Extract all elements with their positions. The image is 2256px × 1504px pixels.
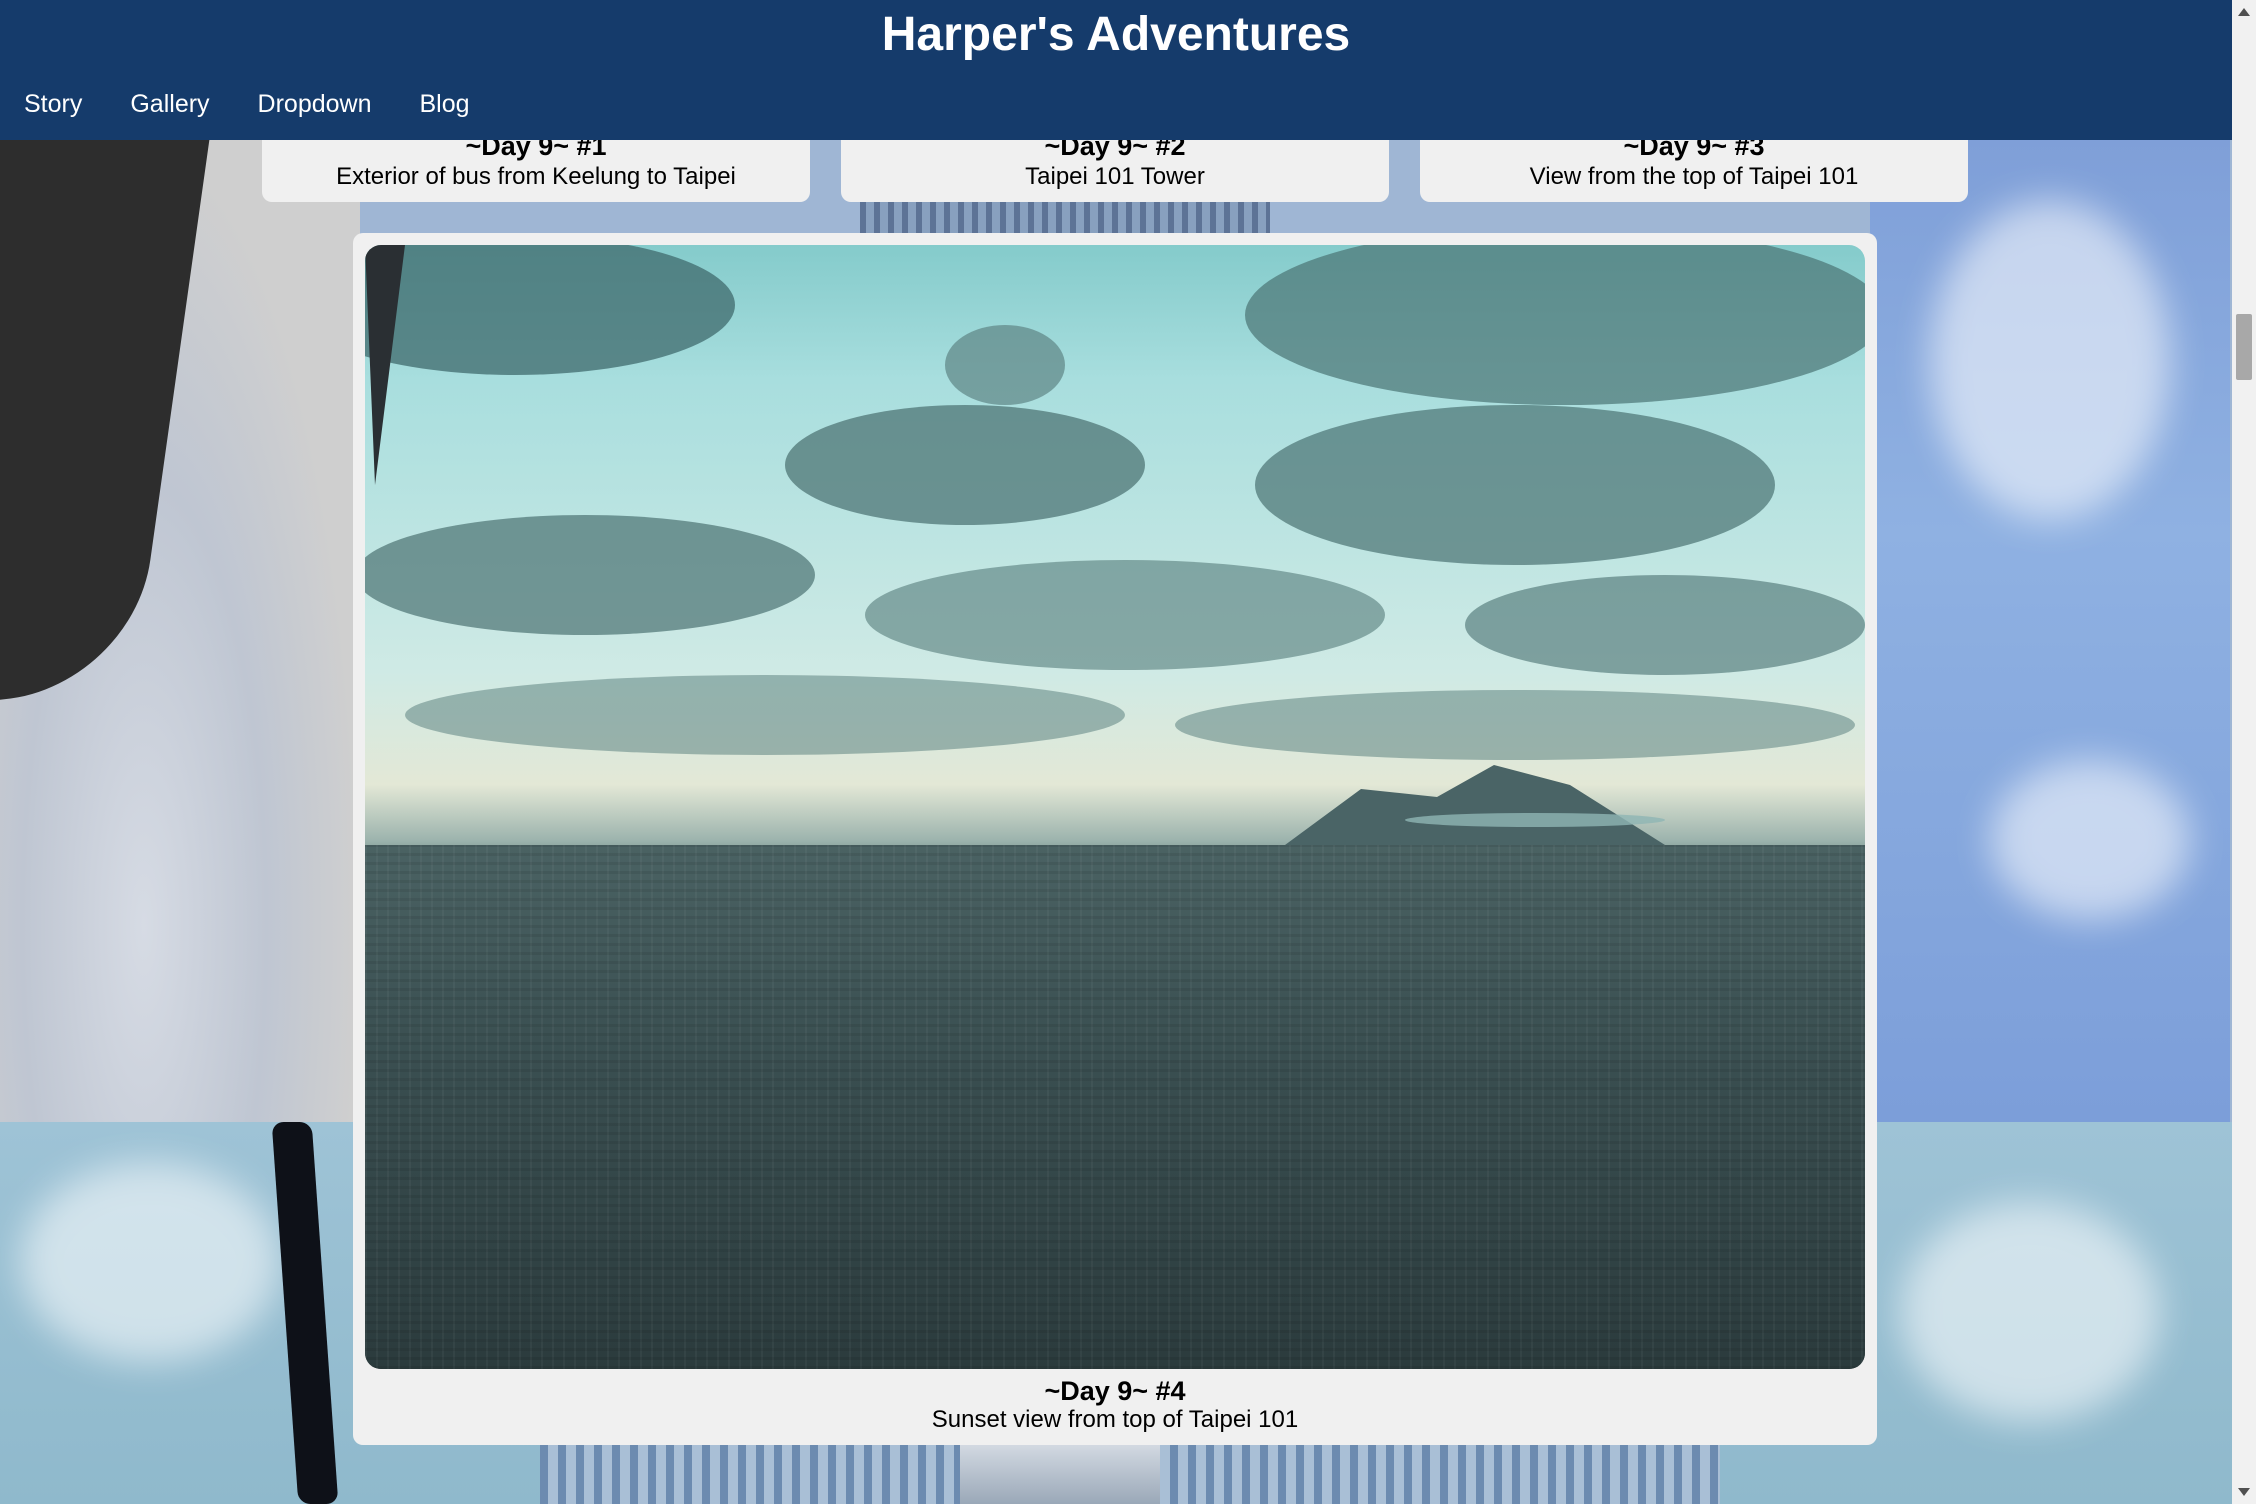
background-sky-right xyxy=(1870,140,2230,1122)
nav-dropdown[interactable]: Dropdown xyxy=(234,86,396,122)
scroll-thumb[interactable] xyxy=(2236,314,2252,380)
card-caption: View from the top of Taipei 101 xyxy=(1529,163,1859,190)
background-tower-cap xyxy=(960,1440,1160,1504)
photo-city xyxy=(365,845,1865,1369)
site-title: Harper's Adventures xyxy=(881,8,1351,61)
nav-gallery[interactable]: Gallery xyxy=(106,86,233,122)
nav-story[interactable]: Story xyxy=(0,86,106,122)
card-caption: Sunset view from top of Taipei 101 xyxy=(931,1406,1299,1433)
photo-river xyxy=(1405,813,1665,827)
site-header: Harper's Adventures Story Gallery Dropdo… xyxy=(0,0,2232,140)
scroll-up-icon[interactable] xyxy=(2238,8,2250,16)
photo-clouds xyxy=(365,245,1865,760)
nav-blog[interactable]: Blog xyxy=(396,86,494,122)
card-photo[interactable] xyxy=(365,245,1865,1369)
main-nav: Story Gallery Dropdown Blog xyxy=(0,86,494,122)
card-caption: Taipei 101 Tower xyxy=(1025,163,1205,190)
card-caption: Exterior of bus from Keelung to Taipei xyxy=(336,163,736,190)
page-scrollbar[interactable] xyxy=(2232,0,2256,1504)
scroll-down-icon[interactable] xyxy=(2238,1488,2250,1496)
gallery-card-4[interactable]: ~Day 9~ #4 Sunset view from top of Taipe… xyxy=(353,233,1877,1445)
card-title: ~Day 9~ #4 xyxy=(1044,1376,1186,1406)
